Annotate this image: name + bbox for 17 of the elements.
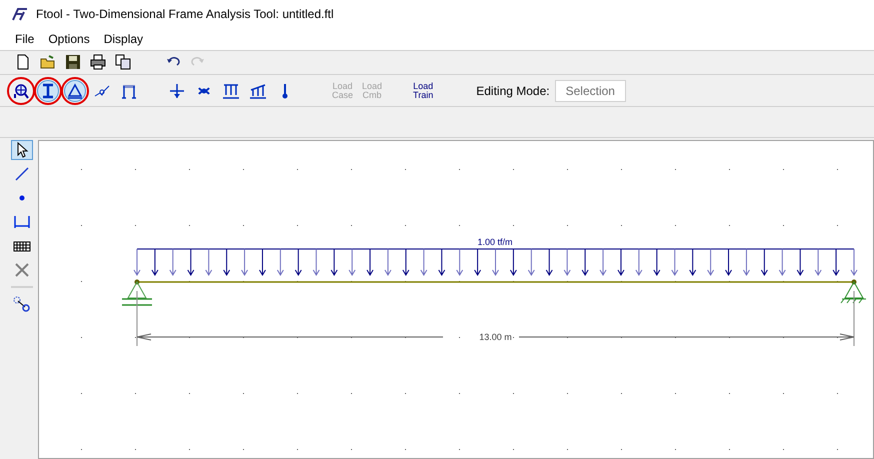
folder-icon[interactable] bbox=[39, 53, 57, 72]
pinned-support bbox=[121, 280, 153, 306]
drawing-canvas[interactable]: 1.00 tf/m 13.00 m bbox=[38, 140, 874, 459]
app-logo-icon bbox=[12, 8, 28, 21]
load-button[interactable]: Load Train bbox=[411, 82, 436, 100]
copy-icon[interactable] bbox=[114, 53, 132, 72]
dimension-label: 13.00 m bbox=[479, 332, 512, 342]
editing-mode-field: Selection bbox=[554, 80, 626, 102]
printer-icon[interactable] bbox=[89, 53, 107, 72]
load-label: 1.00 tf/m bbox=[478, 237, 512, 247]
save-icon[interactable] bbox=[64, 53, 82, 72]
window-title: Ftool - Two-Dimensional Frame Analysis Tool: untitled.ftl bbox=[36, 6, 334, 24]
menu-item[interactable]: Display bbox=[104, 30, 144, 48]
editing-mode-label: Editing Mode: bbox=[476, 82, 550, 100]
menu-item[interactable]: Options bbox=[48, 30, 90, 48]
menu-item[interactable]: File bbox=[15, 30, 34, 48]
fixed-support bbox=[840, 280, 866, 304]
